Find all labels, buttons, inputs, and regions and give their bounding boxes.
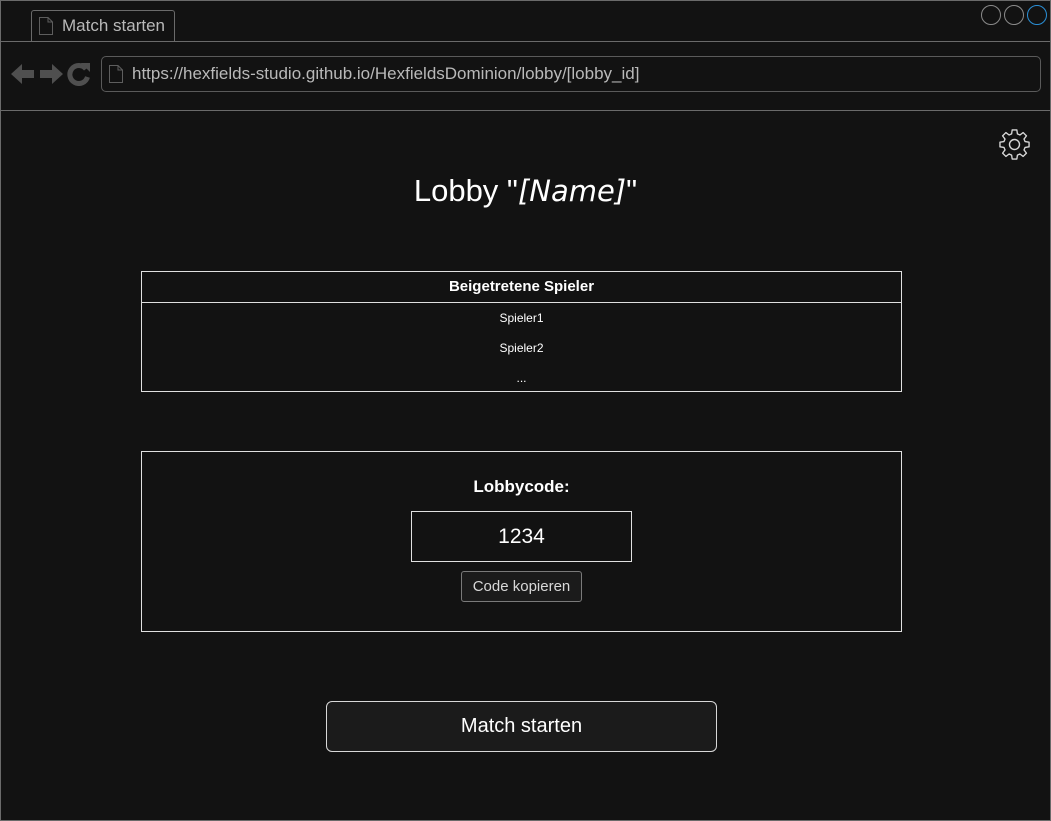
address-bar[interactable]: https://hexfields-studio.github.io/Hexfi… <box>101 56 1041 92</box>
window-controls <box>981 5 1047 25</box>
minimize-button[interactable] <box>981 5 1001 25</box>
copy-code-button[interactable]: Code kopieren <box>461 571 582 602</box>
back-arrow-icon[interactable] <box>11 63 35 85</box>
lobby-code-label: Lobbycode: <box>473 477 570 496</box>
forward-arrow-icon[interactable] <box>39 63 63 85</box>
tab-strip: Match starten <box>1 1 1050 42</box>
browser-window: Match starten https://hexfields-studio.g… <box>0 0 1051 821</box>
player-row: Spieler2 <box>499 341 544 355</box>
joined-players-header: Beigetretene Spieler <box>142 272 901 303</box>
tab-title: Match starten <box>62 16 165 35</box>
lobby-code-panel: Lobbycode: Code kopieren <box>141 451 902 632</box>
player-row-more: ... <box>516 371 527 385</box>
player-row: Spieler1 <box>499 311 544 325</box>
start-match-button[interactable]: Match starten <box>326 701 717 752</box>
lobby-code-field[interactable] <box>411 511 632 562</box>
reload-icon[interactable] <box>67 62 91 86</box>
navigation-buttons <box>11 62 91 86</box>
browser-tab[interactable]: Match starten <box>31 10 175 41</box>
page-icon <box>38 17 54 35</box>
gear-icon[interactable] <box>999 129 1031 161</box>
lobby-name: [Name] <box>517 174 627 208</box>
maximize-button[interactable] <box>1004 5 1024 25</box>
browser-toolbar: https://hexfields-studio.github.io/Hexfi… <box>1 42 1050 111</box>
url-text: https://hexfields-studio.github.io/Hexfi… <box>132 64 640 83</box>
close-button[interactable] <box>1027 5 1047 25</box>
page-title-suffix: " <box>626 173 638 208</box>
joined-players-table: Beigetretene Spieler Spieler1 Spieler2 .… <box>141 271 902 392</box>
page-title-prefix: Lobby " <box>413 173 518 208</box>
page-icon <box>108 65 124 83</box>
page-title: Lobby "[Name]" <box>1 173 1050 209</box>
